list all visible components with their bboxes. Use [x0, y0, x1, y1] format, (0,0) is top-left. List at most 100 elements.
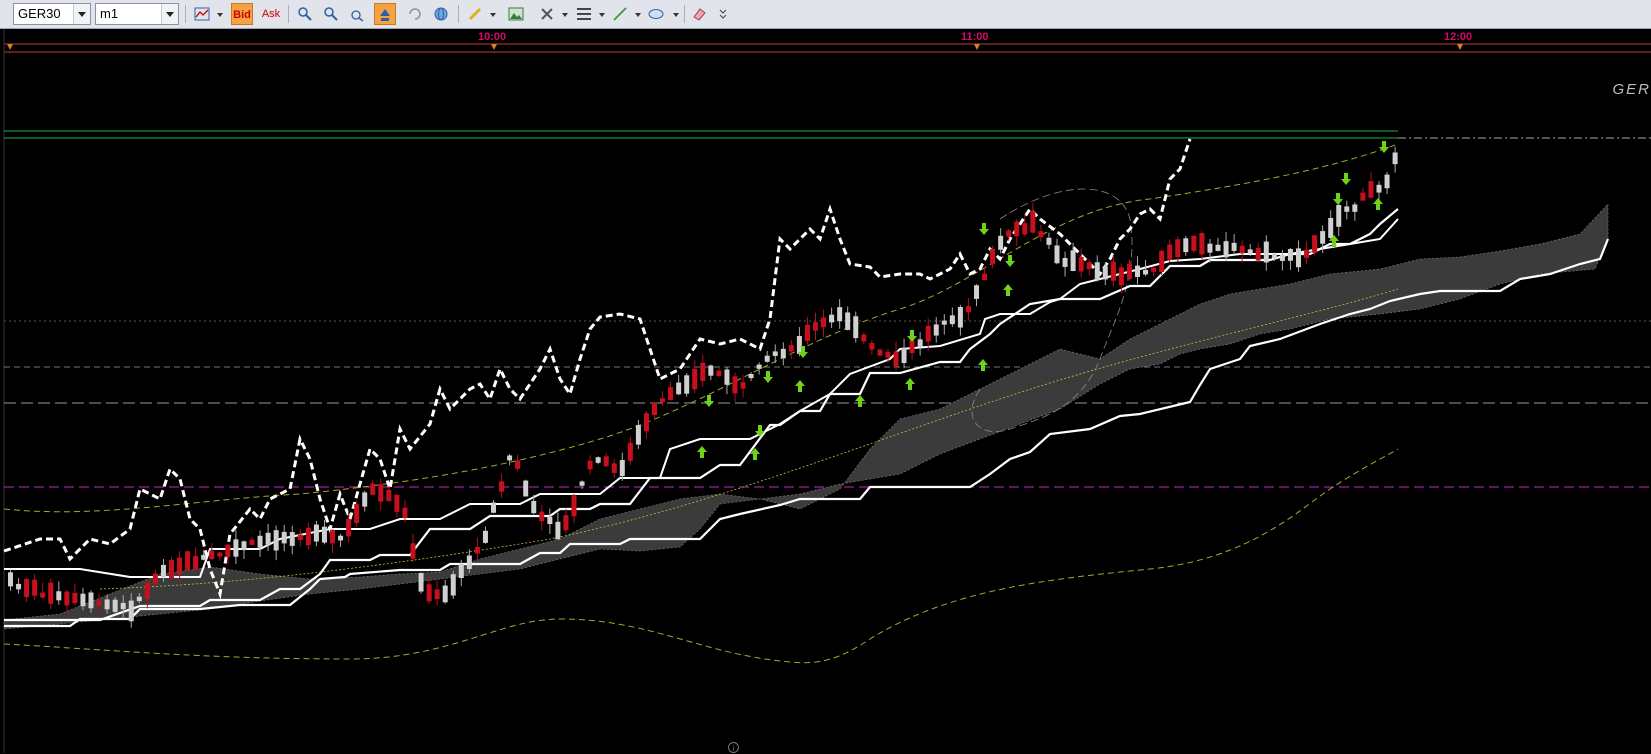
zoom-fit-button[interactable]: [346, 3, 368, 25]
chevron-down-icon[interactable]: [73, 4, 90, 24]
bear-candle: [370, 483, 376, 495]
refresh-button[interactable]: [404, 3, 426, 25]
bear-candle: [1175, 239, 1181, 257]
price-chart[interactable]: 10:00 11:00 12:00 GER i: [0, 29, 1651, 753]
bull-candle: [1046, 237, 1052, 245]
bull-candle: [780, 348, 786, 359]
picture-icon: [508, 7, 524, 21]
tools-caret-icon[interactable]: [562, 13, 568, 17]
bear-candle: [499, 481, 505, 492]
bear-candle: [434, 589, 440, 600]
zoom-fit-icon: [351, 10, 364, 22]
bear-candle: [169, 559, 174, 579]
bear-candle: [426, 584, 432, 602]
ask-button[interactable]: Ask: [260, 3, 282, 25]
globe-button[interactable]: [430, 3, 452, 25]
lines-caret-icon[interactable]: [599, 13, 605, 17]
bull-candle: [619, 460, 625, 477]
bull-candle: [1344, 206, 1350, 212]
bull-candle: [974, 285, 979, 299]
bear-candle: [1086, 262, 1092, 270]
trendline-caret-icon[interactable]: [635, 13, 641, 17]
ellipse-caret-icon[interactable]: [673, 13, 679, 17]
bull-candle: [724, 369, 730, 385]
autoscroll-button[interactable]: [374, 3, 396, 25]
pencil-caret-icon[interactable]: [490, 13, 496, 17]
bid-button[interactable]: Bid: [231, 3, 253, 25]
lines-icon: [577, 8, 591, 20]
timeframe-select[interactable]: m1: [95, 3, 179, 25]
chart-type-caret-icon[interactable]: [217, 13, 223, 17]
bull-candle: [88, 592, 94, 609]
bear-candle: [40, 592, 46, 598]
bull-candle: [338, 535, 344, 541]
toolbar-more-button[interactable]: [712, 3, 734, 25]
bull-candle: [128, 600, 134, 622]
up-arrow-icon: [855, 395, 865, 407]
down-arrow-icon: [1005, 255, 1015, 267]
bear-candle: [225, 544, 231, 558]
down-arrow-icon: [763, 371, 773, 383]
toolbar-separator: [185, 5, 186, 23]
bull-candle: [635, 425, 641, 445]
chart-type-button[interactable]: [191, 3, 213, 25]
bull-candle: [555, 521, 561, 540]
bear-candle: [603, 456, 609, 467]
bull-candle: [273, 530, 279, 551]
bear-candle: [177, 557, 183, 575]
info-icon[interactable]: i: [728, 742, 739, 753]
more-icon: [719, 9, 727, 19]
bear-candle: [611, 463, 617, 473]
lines-button[interactable]: [573, 3, 595, 25]
bear-candle: [152, 573, 158, 585]
bear-candle: [925, 325, 931, 342]
toolbar-separator: [458, 5, 459, 23]
up-arrow-icon: [978, 359, 988, 371]
down-arrow-icon: [704, 395, 714, 407]
bear-candle: [1126, 263, 1132, 279]
draw-pencil-button[interactable]: [464, 3, 486, 25]
bull-candle: [595, 457, 601, 463]
bull-candle: [1094, 262, 1100, 281]
bear-candle: [209, 550, 215, 560]
ellipse-button[interactable]: [645, 3, 667, 25]
bear-candle: [1191, 235, 1197, 251]
bull-candle: [120, 602, 126, 610]
tools-icon: [541, 8, 553, 20]
bull-candle: [466, 555, 472, 569]
bear-candle: [297, 534, 303, 540]
symbol-select[interactable]: GER30: [13, 3, 91, 25]
bear-candle: [869, 342, 875, 350]
screenshot-button[interactable]: [505, 3, 527, 25]
bull-candle: [313, 524, 319, 542]
tools-button[interactable]: [536, 3, 558, 25]
eraser-button[interactable]: [688, 3, 710, 25]
bear-candle: [96, 600, 102, 606]
bear-candle: [402, 507, 408, 518]
bull-candle: [547, 516, 553, 524]
bull-candle: [458, 563, 464, 578]
bear-candle: [1239, 245, 1245, 254]
bear-candle: [700, 362, 706, 381]
up-arrow-icon: [905, 378, 915, 390]
zoom-out-button[interactable]: [320, 3, 342, 25]
chevron-down-icon[interactable]: [161, 4, 178, 24]
bull-candle: [80, 593, 86, 607]
bull-candle: [1328, 217, 1334, 238]
ellipse-icon: [648, 9, 664, 19]
chart-canvas[interactable]: [0, 29, 1651, 753]
bull-candle: [491, 502, 496, 513]
pencil-icon: [468, 7, 482, 21]
bull-candle: [1263, 241, 1269, 263]
bull-candle: [684, 375, 690, 394]
bear-candle: [1151, 267, 1157, 272]
bull-candle: [748, 374, 754, 379]
bear-candle: [740, 382, 746, 389]
bull-candle: [56, 591, 62, 601]
bear-candle: [788, 345, 794, 352]
bull-candle: [507, 455, 513, 461]
trendline-button[interactable]: [609, 3, 631, 25]
bull-candle: [289, 532, 295, 546]
chart-toolbar: GER30 m1 Bid Ask: [0, 0, 1651, 29]
zoom-in-button[interactable]: [294, 3, 316, 25]
